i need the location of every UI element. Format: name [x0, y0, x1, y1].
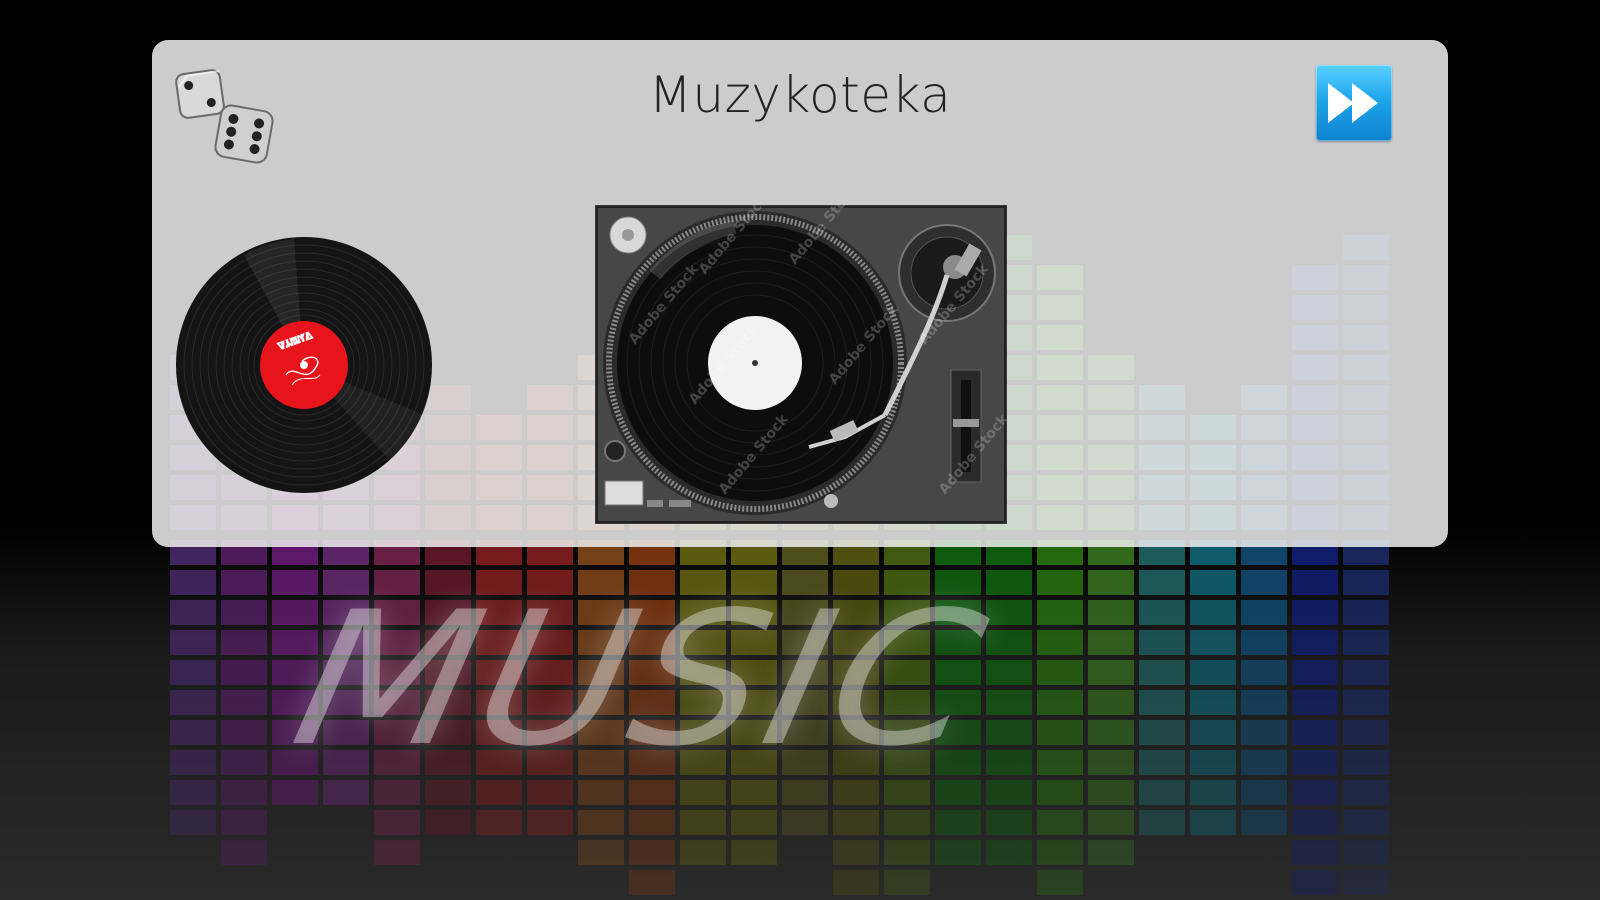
music-background-word: MUSIC [278, 572, 1005, 788]
turntable-image[interactable]: Adobe Stock Adobe Stock Adobe Stock Adob… [595, 205, 1007, 524]
dice-icon[interactable] [172, 62, 276, 166]
next-button[interactable] [1316, 65, 1392, 141]
page-title: Muzykoteka [648, 66, 952, 124]
vinyl-record-image[interactable]: VINYL VINYL [174, 235, 434, 495]
main-panel: Muzykoteka VINYL VINYL Adobe Stock Adobe… [152, 40, 1448, 547]
fast-forward-icon [1328, 83, 1378, 123]
